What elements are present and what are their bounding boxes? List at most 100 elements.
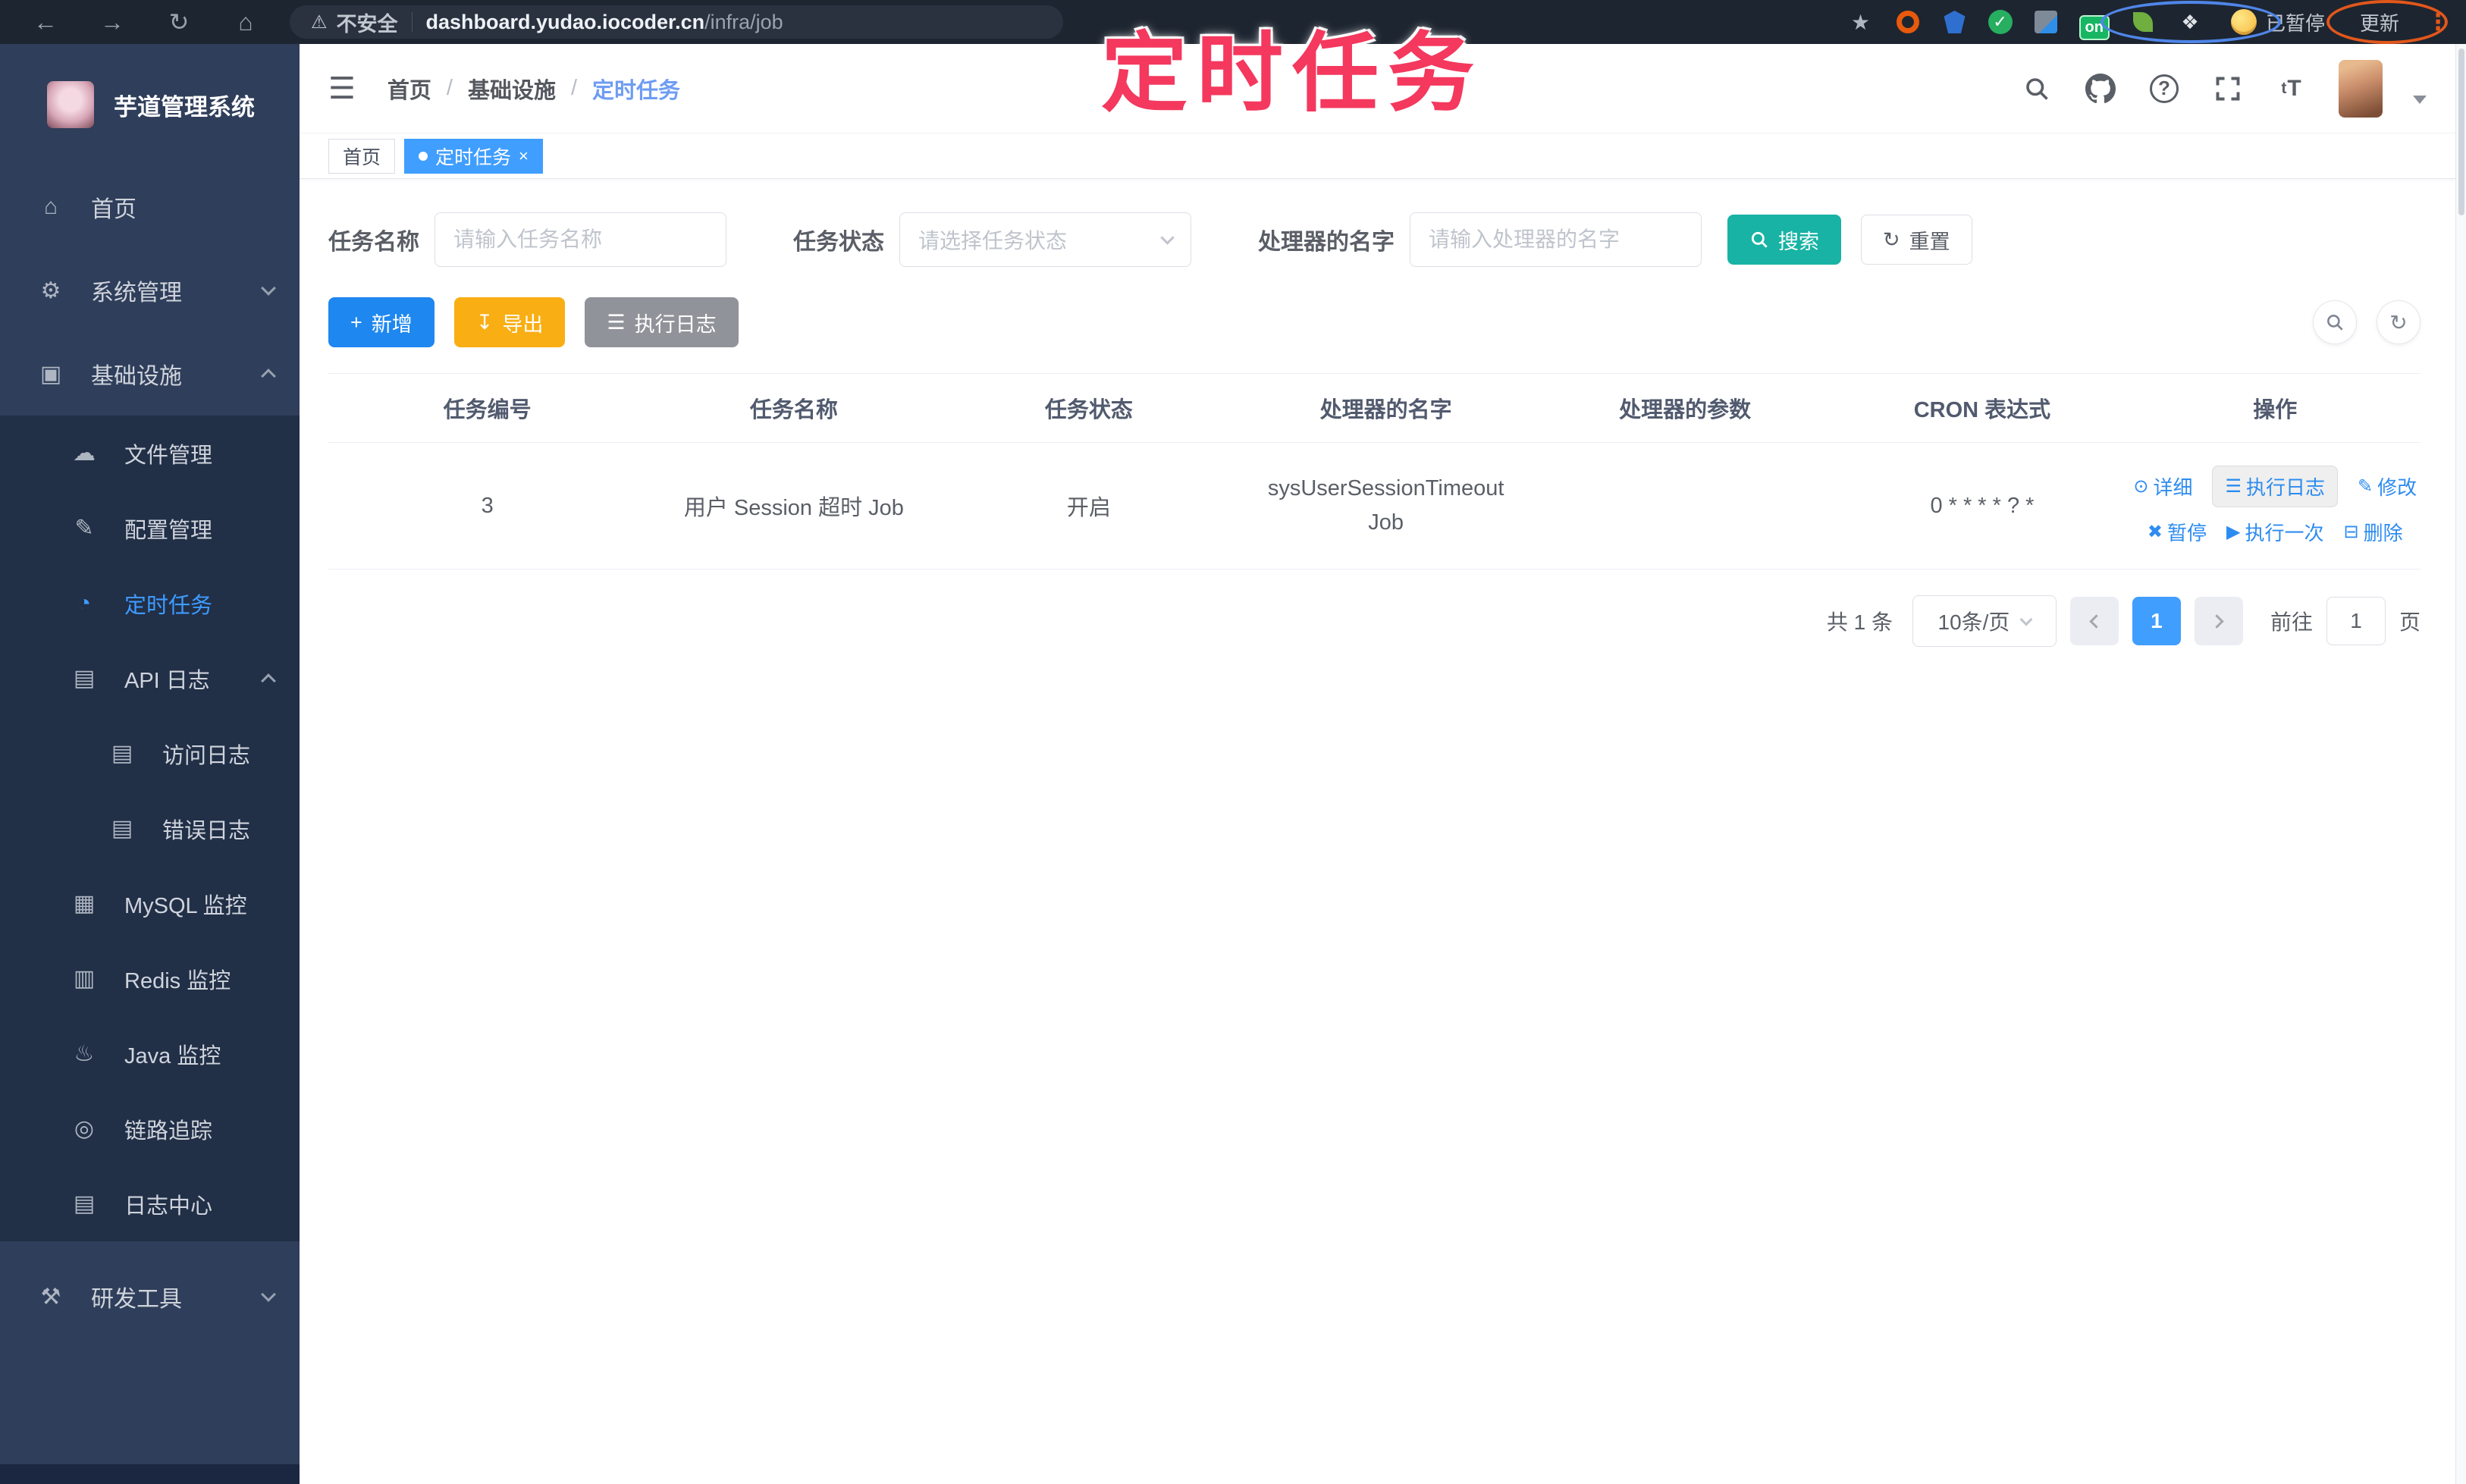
extensions-puzzle-icon[interactable]: ❖ [2176,8,2204,36]
detail-link[interactable]: ⊙ 详细 [2133,472,2192,500]
chevron-right-icon [2210,613,2224,629]
add-button-label: 新增 [371,312,413,336]
eye-icon: ◎ [74,1116,95,1141]
github-icon[interactable] [2084,72,2117,105]
font-size-icon[interactable]: tT [2275,72,2308,105]
close-icon[interactable]: × [519,146,529,166]
chevron-down-icon [261,281,276,296]
reset-button[interactable]: ↻ 重置 [1861,215,1972,265]
sidebar-footer-strip [0,1464,300,1484]
main-area: ☰ 首页 / 基础设施 / 定时任务 ? tT 首页 定时任务 × 任务名称 请… [300,44,2466,1484]
fullscreen-icon[interactable] [2211,72,2245,105]
pause-link[interactable]: ✖ 暂停 [2148,518,2207,546]
sidebar-item-api-logs[interactable]: ▤ API 日志 [0,641,300,716]
sidebar-collapse-icon[interactable]: ☰ [328,71,356,106]
sidebar-item-java-monitor[interactable]: ♨ Java 监控 [0,1016,300,1091]
sidebar-item-label: 链路追踪 [124,1118,213,1144]
delete-link[interactable]: ⊟ 删除 [2343,518,2402,546]
extension-check-icon[interactable]: ✓ [1988,10,2013,34]
browser-update-button[interactable]: 更新 [2352,5,2407,39]
run-once-link[interactable]: ▶ 执行一次 [2226,518,2323,546]
leaf-extension-icon[interactable] [2129,8,2157,36]
browser-home-icon[interactable]: ⌂ [232,8,259,36]
search-button[interactable]: 搜索 [1727,215,1841,265]
sidebar-item-mysql-monitor[interactable]: ▦ MySQL 监控 [0,866,300,941]
task-name-input[interactable] [435,212,726,267]
sidebar-item-scheduled-tasks[interactable]: ◔ 定时任务 [0,566,300,641]
cell-actions: ⊙ 详细 ☰ 执行日志 ✎ 修改 ✖ 暂停 ▶ 执行一次 ⊟ 删除 [2129,442,2421,569]
browser-menu-kebab-icon[interactable]: ⋮ [2427,9,2449,36]
chevron-down-icon [261,1287,276,1302]
address-bar[interactable]: ⚠ 不安全 dashboard.yudao.iocoder.cn /infra/… [290,5,1063,39]
toggle-search-icon[interactable] [2313,300,2357,344]
breadcrumb-home[interactable]: 首页 [387,73,431,105]
sidebar-item-dev-tools[interactable]: ⚒ 研发工具 [0,1255,300,1338]
monitor-icon: ▣ [39,361,62,387]
task-status-select[interactable]: 请选择任务状态 [899,212,1191,267]
view-icon: ⊙ [2133,476,2149,497]
page-number-button[interactable]: 1 [2132,597,2181,645]
sidebar-item-home[interactable]: ⌂ 首页 [0,165,300,249]
next-page-button[interactable] [2194,597,2243,645]
sidebar-item-error-logs[interactable]: ▤ 错误日志 [0,791,300,866]
active-tag-dot [419,151,428,161]
row-execution-log-link[interactable]: ☰ 执行日志 [2212,466,2338,507]
scrollbar-thumb[interactable] [2458,49,2464,215]
log-icon: ▤ [73,1191,96,1216]
cloud-icon: ☁ [73,441,96,466]
col-task-status: 任务状态 [941,373,1237,443]
on-badge[interactable]: on [2079,14,2110,40]
extension-grid-icon[interactable] [2032,8,2060,36]
navbar-actions: ? tT [2020,59,2427,118]
annotation-title-overlay: 定时任务 [1101,26,1484,122]
task-status-label: 任务状态 [793,230,884,255]
forward-icon[interactable]: → [99,8,126,36]
back-icon[interactable]: ← [32,8,59,36]
profile-paused-pill[interactable]: 已暂停 [2223,5,2333,39]
sidebar-item-access-logs[interactable]: ▤ 访问日志 [0,716,300,791]
execution-log-button[interactable]: ☰ 执行日志 [585,297,739,347]
tag-home[interactable]: 首页 [328,138,396,174]
prev-page-button[interactable] [2069,597,2119,645]
emoji-avatar-icon [2230,9,2257,35]
java-icon: ♨ [74,1041,95,1066]
browser-extensions-area: ★ ✓ on ❖ 已暂停 更新 ⋮ [1847,0,2466,44]
pagination: 共 1 条 10条/页 1 前往 页 [328,595,2421,647]
cell-task-status: 开启 [941,442,1237,569]
goto-page-input[interactable] [2326,597,2386,645]
breadcrumb-infrastructure[interactable]: 基础设施 [468,73,556,105]
search-icon[interactable] [2020,72,2053,105]
bookmark-star-icon[interactable]: ★ [1847,8,1875,36]
user-avatar[interactable] [2339,59,2383,118]
extension-orange-icon[interactable] [1894,8,1922,36]
browser-nav-buttons: ← → ↻ ⌂ [0,8,259,36]
sidebar-item-config-management[interactable]: ✎ 配置管理 [0,491,300,566]
modify-link[interactable]: ✎ 修改 [2358,472,2417,500]
extension-blue-icon[interactable] [1941,8,1969,36]
play-icon: ▶ [2226,522,2241,542]
sidebar-item-link-tracing[interactable]: ◎ 链路追踪 [0,1091,300,1166]
log-icon: ☰ [2225,476,2242,497]
sidebar-item-infrastructure[interactable]: ▣ 基础设施 [0,332,300,416]
sidebar-item-file-management[interactable]: ☁ 文件管理 [0,416,300,491]
app-logo-row[interactable]: 芋道管理系统 [0,44,300,165]
export-button-label: 导出 [502,312,544,336]
cell-handler-name: sysUserSessionTimeoutJob [1236,442,1536,569]
avatar-caret-icon[interactable] [2413,96,2427,104]
sidebar-item-log-center[interactable]: ▤ 日志中心 [0,1166,300,1241]
reload-icon[interactable]: ↻ [165,8,193,36]
total-count: 共 1 条 [1826,610,1893,634]
refresh-icon[interactable]: ↻ [2377,300,2421,344]
page-size-select[interactable]: 10条/页 [1912,595,2057,647]
handler-name-input[interactable] [1410,212,1702,267]
insecure-warning-icon: ⚠ [311,11,328,33]
sidebar-item-label: 研发工具 [91,1287,182,1312]
export-button[interactable]: ↧ 导出 [453,297,566,347]
page-scrollbar[interactable] [2455,44,2466,1484]
help-icon[interactable]: ? [2148,72,2181,105]
add-button[interactable]: + 新增 [328,297,435,347]
sidebar-item-redis-monitor[interactable]: ▥ Redis 监控 [0,941,300,1016]
tag-scheduled-tasks[interactable]: 定时任务 × [404,138,543,174]
sidebar-item-system[interactable]: ⚙ 系统管理 [0,249,300,332]
tag-label: 首页 [343,146,381,168]
